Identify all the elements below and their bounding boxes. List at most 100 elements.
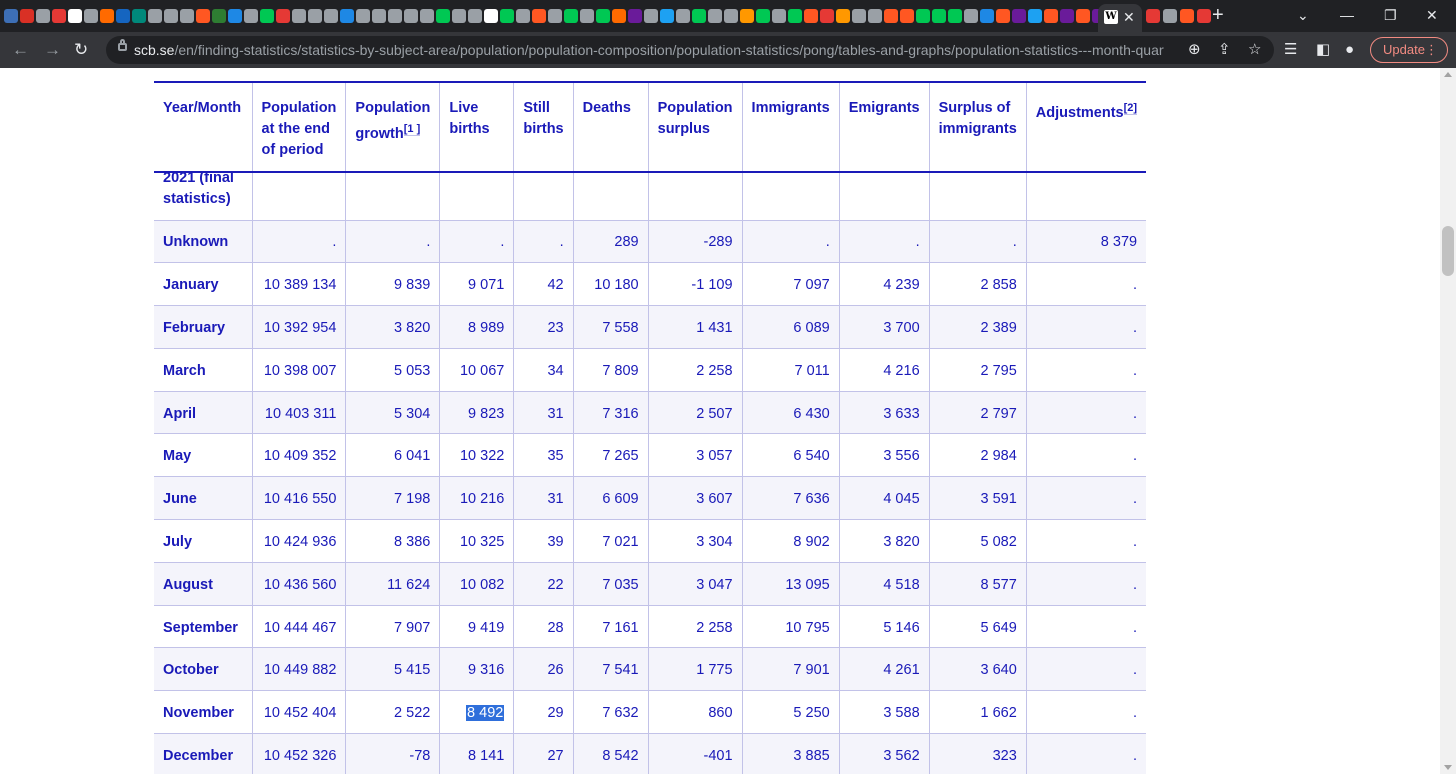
tab-favicon-icon[interactable] <box>244 9 258 23</box>
back-icon[interactable]: ← <box>12 39 29 61</box>
close-window-icon[interactable]: ✕ <box>1426 6 1438 24</box>
tab-favicon-icon[interactable] <box>1146 9 1160 23</box>
tab-favicon-icon[interactable] <box>500 9 514 23</box>
tab-favicon-icon[interactable] <box>868 9 882 23</box>
vertical-scrollbar[interactable] <box>1440 68 1456 774</box>
tab-favicon-icon[interactable] <box>1028 9 1042 23</box>
footnote-link[interactable]: [2] <box>1123 102 1138 115</box>
tab-favicon-icon[interactable] <box>1197 9 1211 23</box>
scroll-up-arrow-icon[interactable] <box>1444 72 1452 77</box>
tab-favicon-icon[interactable] <box>340 9 354 23</box>
tab-favicon-icon[interactable] <box>436 9 450 23</box>
tab-favicon-icon[interactable] <box>820 9 834 23</box>
tab-favicon-icon[interactable] <box>36 9 50 23</box>
tab-favicon-icon[interactable] <box>260 9 274 23</box>
minimize-icon[interactable]: — <box>1340 6 1354 24</box>
close-tab-icon[interactable]: ✕ <box>1123 8 1135 26</box>
more-tabs[interactable] <box>1146 7 1211 23</box>
footnote-link[interactable]: [1 ] <box>403 123 421 136</box>
tab-favicon-icon[interactable] <box>644 9 658 23</box>
tab-search-icon[interactable]: ⌄ <box>1297 6 1309 24</box>
tab-favicon-icon[interactable] <box>660 9 674 23</box>
pinned-tabs-strip[interactable] <box>4 7 1124 25</box>
tab-favicon-icon[interactable] <box>404 9 418 23</box>
tab-favicon-icon[interactable] <box>292 9 306 23</box>
tab-favicon-icon[interactable] <box>1044 9 1058 23</box>
tab-favicon-icon[interactable] <box>484 9 498 23</box>
tab-favicon-icon[interactable] <box>564 9 578 23</box>
tab-favicon-icon[interactable] <box>1163 9 1177 23</box>
tab-favicon-icon[interactable] <box>180 9 194 23</box>
tab-favicon-icon[interactable] <box>1180 9 1194 23</box>
tab-favicon-icon[interactable] <box>596 9 610 23</box>
profile-avatar-icon[interactable]: ● <box>1345 40 1354 60</box>
tab-favicon-icon[interactable] <box>516 9 530 23</box>
tab-favicon-icon[interactable] <box>740 9 754 23</box>
tab-favicon-icon[interactable] <box>1076 9 1090 23</box>
tab-favicon-icon[interactable] <box>884 9 898 23</box>
tab-favicon-icon[interactable] <box>548 9 562 23</box>
tab-favicon-icon[interactable] <box>276 9 290 23</box>
tab-favicon-icon[interactable] <box>84 9 98 23</box>
tab-favicon-icon[interactable] <box>468 9 482 23</box>
tab-favicon-icon[interactable] <box>228 9 242 23</box>
tab-favicon-icon[interactable] <box>132 9 146 23</box>
update-button[interactable]: Update ⋮ <box>1370 37 1448 63</box>
tab-favicon-icon[interactable] <box>116 9 130 23</box>
forward-icon[interactable]: → <box>44 39 61 61</box>
tab-favicon-icon[interactable] <box>900 9 914 23</box>
tab-favicon-icon[interactable] <box>148 9 162 23</box>
tab-favicon-icon[interactable] <box>804 9 818 23</box>
tab-favicon-icon[interactable] <box>52 9 66 23</box>
tab-favicon-icon[interactable] <box>4 9 18 23</box>
tab-favicon-icon[interactable] <box>676 9 690 23</box>
tab-favicon-icon[interactable] <box>68 9 82 23</box>
tab-favicon-icon[interactable] <box>372 9 386 23</box>
tab-favicon-icon[interactable] <box>1060 9 1074 23</box>
side-panel-icon[interactable]: ◧ <box>1316 40 1330 60</box>
tab-favicon-icon[interactable] <box>308 9 322 23</box>
reload-icon[interactable]: ↻ <box>74 39 88 61</box>
tab-favicon-icon[interactable] <box>196 9 210 23</box>
menu-dots-icon[interactable]: ⋮ <box>1425 38 1438 62</box>
tab-favicon-icon[interactable] <box>836 9 850 23</box>
share-icon[interactable]: ⇪ <box>1218 40 1231 60</box>
tab-favicon-icon[interactable] <box>356 9 370 23</box>
tab-favicon-icon[interactable] <box>932 9 946 23</box>
tab-favicon-icon[interactable] <box>1012 9 1026 23</box>
tab-favicon-icon[interactable] <box>420 9 434 23</box>
url-text[interactable]: scb.se/en/finding-statistics/statistics-… <box>134 42 1164 58</box>
new-tab-icon[interactable]: + <box>1212 3 1224 27</box>
tab-favicon-icon[interactable] <box>852 9 866 23</box>
tab-favicon-icon[interactable] <box>708 9 722 23</box>
scroll-thumb[interactable] <box>1442 226 1454 276</box>
tab-favicon-icon[interactable] <box>20 9 34 23</box>
restore-icon[interactable]: ❐ <box>1384 6 1397 24</box>
bookmark-star-icon[interactable]: ☆ <box>1248 40 1261 60</box>
reading-list-icon[interactable]: ☰ <box>1284 40 1297 60</box>
tab-favicon-icon[interactable] <box>452 9 466 23</box>
tab-favicon-icon[interactable] <box>388 9 402 23</box>
scroll-down-arrow-icon[interactable] <box>1444 765 1452 770</box>
tab-favicon-icon[interactable] <box>996 9 1010 23</box>
tab-favicon-icon[interactable] <box>692 9 706 23</box>
tab-favicon-icon[interactable] <box>788 9 802 23</box>
tab-favicon-icon[interactable] <box>212 9 226 23</box>
tab-favicon-icon[interactable] <box>948 9 962 23</box>
tab-favicon-icon[interactable] <box>164 9 178 23</box>
active-tab[interactable]: W ✕ <box>1098 4 1142 32</box>
zoom-icon[interactable]: ⊕ <box>1188 40 1201 60</box>
tab-favicon-icon[interactable] <box>612 9 626 23</box>
tab-favicon-icon[interactable] <box>980 9 994 23</box>
address-bar[interactable]: scb.se/en/finding-statistics/statistics-… <box>106 36 1274 64</box>
tab-favicon-icon[interactable] <box>916 9 930 23</box>
tab-favicon-icon[interactable] <box>772 9 786 23</box>
tab-favicon-icon[interactable] <box>324 9 338 23</box>
tab-favicon-icon[interactable] <box>756 9 770 23</box>
tab-favicon-icon[interactable] <box>724 9 738 23</box>
tab-favicon-icon[interactable] <box>964 9 978 23</box>
tab-favicon-icon[interactable] <box>580 9 594 23</box>
tab-favicon-icon[interactable] <box>628 9 642 23</box>
tab-favicon-icon[interactable] <box>532 9 546 23</box>
tab-favicon-icon[interactable] <box>100 9 114 23</box>
